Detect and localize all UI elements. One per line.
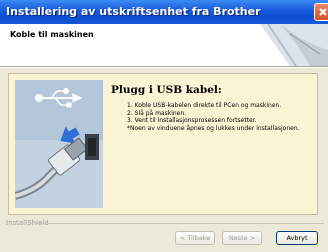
footer-separator xyxy=(36,223,324,224)
cancel-button[interactable]: Avbryt xyxy=(276,231,318,245)
instructions: Plugg i USB kabel: 1. Koble USB-kabelen … xyxy=(111,84,317,132)
close-icon xyxy=(319,8,327,16)
usb-cable-icon xyxy=(15,80,103,208)
window-title: Installering av utskriftsenhet fra Broth… xyxy=(6,5,261,18)
instruction-note: *Noen av vinduene åpnes og lukkes under … xyxy=(127,124,300,132)
header-separator-highlight xyxy=(0,67,328,68)
back-button[interactable]: < Tilbake xyxy=(175,231,215,245)
next-button[interactable]: Neste > xyxy=(222,231,262,245)
usb-illustration xyxy=(15,80,103,208)
installer-window: Installering av utskriftsenhet fra Broth… xyxy=(0,0,328,252)
header-decoration-graphic xyxy=(260,24,328,66)
header-title: Koble til maskinen xyxy=(10,30,94,39)
instructions-heading: Plugg i USB kabel: xyxy=(111,84,222,96)
instruction-step: 2. Slå på maskinen. xyxy=(127,109,187,117)
instruction-step: 3. Vent til installasjonsprosessen forts… xyxy=(127,117,257,124)
title-bar[interactable]: Installering av utskriftsenhet fra Broth… xyxy=(0,0,328,24)
instruction-step: 1. Koble USB-kabelen direkte til PCen og… xyxy=(127,102,282,109)
close-button[interactable] xyxy=(314,3,328,21)
content-panel: Plugg i USB kabel: 1. Koble USB-kabelen … xyxy=(8,73,318,215)
wizard-header: Koble til maskinen xyxy=(0,24,328,66)
